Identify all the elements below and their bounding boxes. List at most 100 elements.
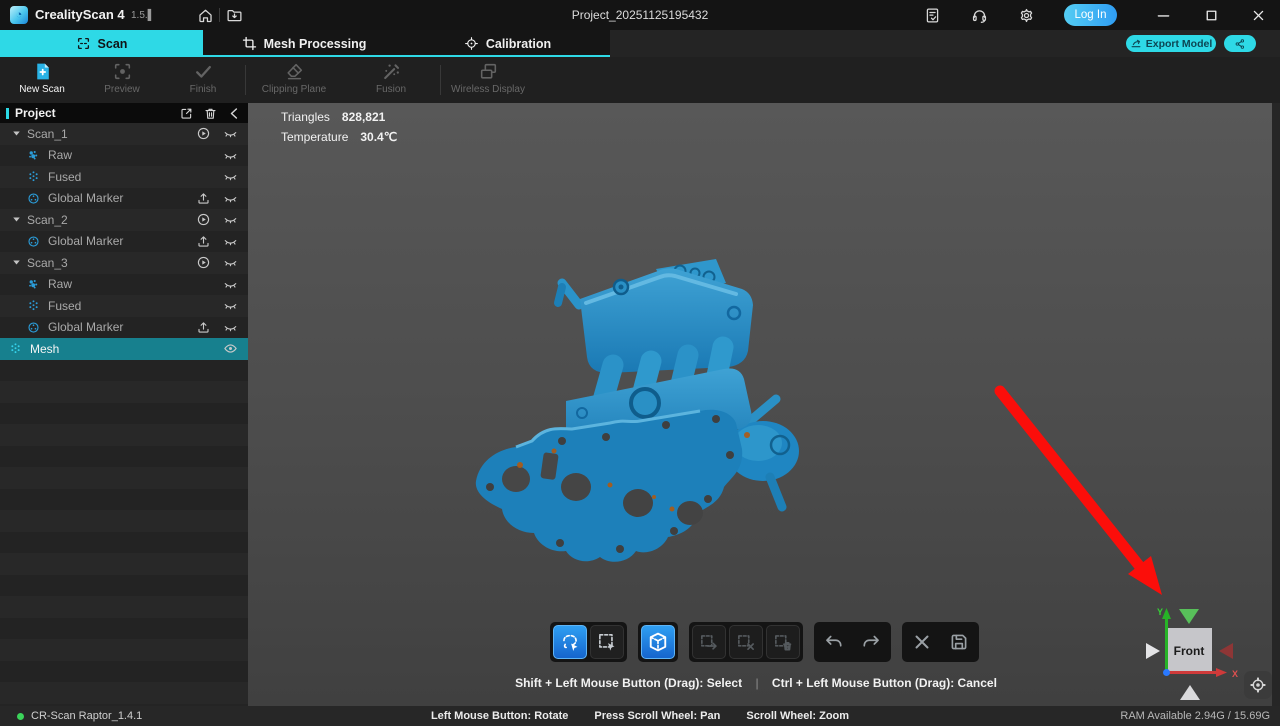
hint-pan: Press Scroll Wheel: Pan <box>594 710 720 722</box>
export-model-button[interactable]: Export Model <box>1126 35 1216 52</box>
cancel-button[interactable] <box>905 625 939 659</box>
open-project-icon[interactable] <box>226 7 243 24</box>
settings-icon[interactable] <box>1018 7 1035 24</box>
tree-item-label: Global Marker <box>48 320 184 334</box>
selection-tool-group <box>550 622 627 662</box>
eye-closed-icon[interactable] <box>223 320 238 335</box>
orientation-gizmo[interactable]: Front Y X <box>1136 599 1244 705</box>
eye-open-icon[interactable] <box>223 341 238 356</box>
empty-row <box>0 381 248 403</box>
rect-select-button[interactable] <box>590 625 624 659</box>
viewport-settings-button[interactable] <box>1244 671 1272 699</box>
save-button[interactable] <box>942 625 976 659</box>
expand-arrow-icon[interactable] <box>10 256 23 269</box>
eye-closed-icon[interactable] <box>223 169 238 184</box>
selection-tool-group <box>689 622 803 662</box>
support-icon[interactable] <box>971 7 988 24</box>
temperature-stat: Temperature30.4℃ <box>281 130 397 144</box>
eye-closed-icon[interactable] <box>223 148 238 163</box>
tab-mesh-processing[interactable]: Mesh Processing <box>203 30 405 57</box>
tree-item-global-marker[interactable]: Global Marker <box>0 231 248 253</box>
gizmo-rotate-down-arrow <box>1180 685 1200 700</box>
tree-item-fused[interactable]: Fused <box>0 295 248 317</box>
delete-selection-icon <box>772 631 794 653</box>
hint-separator: | <box>755 676 758 690</box>
lasso-select-button[interactable] <box>553 625 587 659</box>
tree-item-global-marker[interactable]: Global Marker <box>0 188 248 210</box>
collapse-panel-icon[interactable] <box>227 106 242 121</box>
marker-icon <box>26 320 41 335</box>
viewport-canvas[interactable]: Triangles828,821 Temperature30.4℃ <box>248 103 1272 706</box>
tree-item-label: Raw <box>48 277 211 291</box>
tool-wireless-display[interactable]: Wireless Display <box>438 61 538 95</box>
selection-tool-group <box>814 622 891 662</box>
empty-row <box>0 553 248 575</box>
share-button[interactable] <box>1224 35 1256 52</box>
window-title: Project_20251125195432 <box>440 8 840 22</box>
tool-finish[interactable]: Finish <box>153 61 253 95</box>
gizmo-rotate-up-arrow <box>1179 609 1199 624</box>
tree-item-fused[interactable]: Fused <box>0 166 248 188</box>
tree-item-scan_2[interactable]: Scan_2 <box>0 209 248 231</box>
empty-row <box>0 489 248 511</box>
select-through-button[interactable] <box>641 625 675 659</box>
release-notes-icon[interactable] <box>924 7 941 24</box>
close-icon[interactable] <box>1250 7 1267 24</box>
delete-selection-button[interactable] <box>766 625 800 659</box>
hint-cancel: Ctrl + Left Mouse Button (Drag): Cancel <box>772 676 997 690</box>
login-button[interactable]: Log In <box>1064 4 1117 26</box>
eye-closed-icon[interactable] <box>223 126 238 141</box>
eye-closed-icon[interactable] <box>223 298 238 313</box>
maximize-icon[interactable] <box>1203 7 1220 24</box>
tool-label: Fusion <box>376 84 406 95</box>
export-project-icon[interactable] <box>179 106 194 121</box>
eye-closed-icon[interactable] <box>223 212 238 227</box>
minimize-icon[interactable] <box>1155 7 1172 24</box>
selection-hints: Shift + Left Mouse Button (Drag): Select… <box>248 676 1264 690</box>
expand-arrow-icon[interactable] <box>10 127 23 140</box>
upload-icon[interactable] <box>196 234 211 249</box>
tree-item-label: Fused <box>48 170 211 184</box>
expand-arrow-icon[interactable] <box>10 213 23 226</box>
play-icon[interactable] <box>196 255 211 270</box>
redo-button[interactable] <box>854 625 888 659</box>
empty-row <box>0 618 248 640</box>
project-tree: Scan_1RawFusedGlobal MarkerScan_2Global … <box>0 123 248 704</box>
tool-clipping-plane[interactable]: Clipping Plane <box>244 61 344 95</box>
empty-row <box>0 446 248 468</box>
home-icon[interactable] <box>197 7 214 24</box>
tree-item-global-marker[interactable]: Global Marker <box>0 317 248 339</box>
tree-item-label: Global Marker <box>48 191 184 205</box>
eye-closed-icon[interactable] <box>223 191 238 206</box>
gizmo-x-label: X <box>1232 669 1238 679</box>
title-bar: ◔ CrealityScan 4 1.5.▌ Project_202511251… <box>0 0 1280 30</box>
hint-rotate: Left Mouse Button: Rotate <box>431 710 568 722</box>
undo-button[interactable] <box>817 625 851 659</box>
play-icon[interactable] <box>196 126 211 141</box>
upload-icon[interactable] <box>196 191 211 206</box>
invert-selection-button[interactable] <box>692 625 726 659</box>
tab-bar: ScanMesh ProcessingCalibration Export Mo… <box>0 30 1280 57</box>
eye-closed-icon[interactable] <box>223 255 238 270</box>
clipping-plane-icon <box>284 61 305 82</box>
fusion-icon <box>381 61 402 82</box>
tool-fusion[interactable]: Fusion <box>341 61 441 95</box>
eye-closed-icon[interactable] <box>223 234 238 249</box>
eye-closed-icon[interactable] <box>223 277 238 292</box>
tab-scan[interactable]: Scan <box>0 30 203 57</box>
deselect-button[interactable] <box>729 625 763 659</box>
mesh-icon <box>8 341 23 356</box>
tree-item-raw[interactable]: Raw <box>0 274 248 296</box>
delete-project-icon[interactable] <box>203 106 218 121</box>
tree-item-raw[interactable]: Raw <box>0 145 248 167</box>
fused-icon <box>26 298 41 313</box>
tree-item-scan_3[interactable]: Scan_3 <box>0 252 248 274</box>
play-icon[interactable] <box>196 212 211 227</box>
upload-icon[interactable] <box>196 320 211 335</box>
tab-calibration[interactable]: Calibration <box>405 30 610 57</box>
selection-toolbar <box>550 622 979 662</box>
tool-label: New Scan <box>19 84 65 95</box>
tree-item-mesh[interactable]: Mesh <box>0 338 248 360</box>
tree-item-scan_1[interactable]: Scan_1 <box>0 123 248 145</box>
share-icon <box>1234 38 1246 50</box>
